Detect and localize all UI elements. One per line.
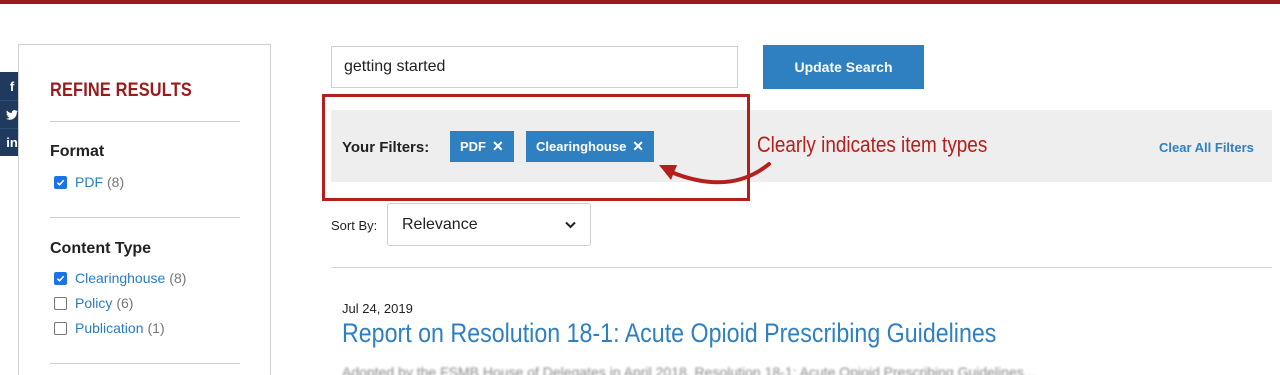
facet-option-count: (1): [147, 320, 165, 336]
facet-option-clearinghouse[interactable]: Clearinghouse (8): [54, 270, 186, 286]
checkbox-icon[interactable]: [54, 296, 67, 310]
annotation-arrow-icon: [659, 162, 771, 185]
divider: [50, 363, 240, 364]
facet-option-count: (6): [116, 295, 134, 311]
facet-option-count: (8): [169, 270, 187, 286]
results-divider: [331, 267, 1272, 268]
annotation-callout-text: Clearly indicates item types: [757, 132, 988, 157]
result-date: Jul 24, 2019: [342, 301, 413, 316]
update-search-button[interactable]: Update Search: [763, 45, 924, 89]
divider: [50, 121, 240, 122]
facet-option-pdf[interactable]: PDF (8): [54, 174, 124, 190]
search-input[interactable]: [331, 46, 738, 88]
facet-option-label[interactable]: Policy: [75, 295, 112, 311]
facet-title-content-type: Content Type: [50, 240, 152, 257]
chevron-down-icon: [565, 221, 576, 228]
divider: [50, 217, 240, 218]
facet-option-label[interactable]: Clearinghouse: [75, 270, 165, 286]
facet-option-publication[interactable]: Publication (1): [54, 320, 165, 336]
checkbox-icon[interactable]: [54, 321, 67, 335]
sort-selected-value: Relevance: [402, 215, 478, 233]
refine-results-panel: REFINE RESULTS Format PDF (8) Content Ty…: [18, 44, 271, 375]
result-snippet: Adopted by the FSMB House of Delegates i…: [342, 364, 1036, 375]
twitter-bird-glyph: [6, 109, 18, 120]
facet-option-count: (8): [107, 174, 125, 190]
facet-title-format: Format: [50, 143, 105, 160]
clear-all-filters-link[interactable]: Clear All Filters: [1159, 140, 1254, 155]
facet-option-policy[interactable]: Policy (6): [54, 295, 133, 311]
facet-option-label[interactable]: PDF: [75, 174, 103, 190]
top-brand-bar: [0, 0, 1280, 4]
refine-results-heading: REFINE RESULTS: [50, 80, 192, 101]
sort-by-label: Sort By:: [331, 218, 378, 233]
checkbox-checked-icon[interactable]: [54, 175, 67, 189]
sort-select[interactable]: Relevance: [387, 203, 591, 246]
checkbox-checked-icon[interactable]: [54, 271, 67, 285]
facet-option-label[interactable]: Publication: [75, 320, 144, 336]
result-title-link[interactable]: Report on Resolution 18-1: Acute Opioid …: [342, 318, 996, 349]
